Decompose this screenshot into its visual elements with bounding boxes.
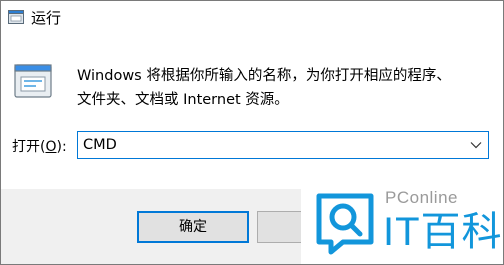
description-line-2: 文件夹、文档或 Internet 资源。 (77, 92, 289, 108)
open-label-accelerator: O (45, 139, 57, 155)
run-dialog: 运行 Windows 将根据你所输入的名称，为你打开相应的程序、 文件夹、文档或… (0, 0, 504, 265)
title-bar[interactable]: 运行 (1, 1, 503, 37)
description-line-1: Windows 将根据你所输入的名称，为你打开相应的程序、 (77, 68, 451, 84)
ok-button[interactable]: 确定 (137, 211, 249, 243)
open-input[interactable] (78, 132, 463, 158)
pconline-watermark: PConline IT百科 (301, 184, 503, 264)
watermark-small-text: PConline (385, 188, 458, 207)
run-program-icon (14, 64, 52, 98)
window-title: 运行 (31, 9, 62, 27)
search-magnifier-logo (316, 193, 374, 255)
chevron-down-icon[interactable] (470, 140, 482, 150)
watermark-big-text: IT百科 (383, 210, 503, 254)
open-field-label: 打开(O): (12, 137, 67, 157)
run-dialog-icon (8, 10, 24, 24)
open-label-suffix: ): (56, 139, 67, 155)
open-combobox[interactable] (77, 131, 489, 159)
open-label-prefix: 打开( (12, 139, 46, 155)
dialog-description: Windows 将根据你所输入的名称，为你打开相应的程序、 文件夹、文档或 In… (77, 64, 487, 112)
